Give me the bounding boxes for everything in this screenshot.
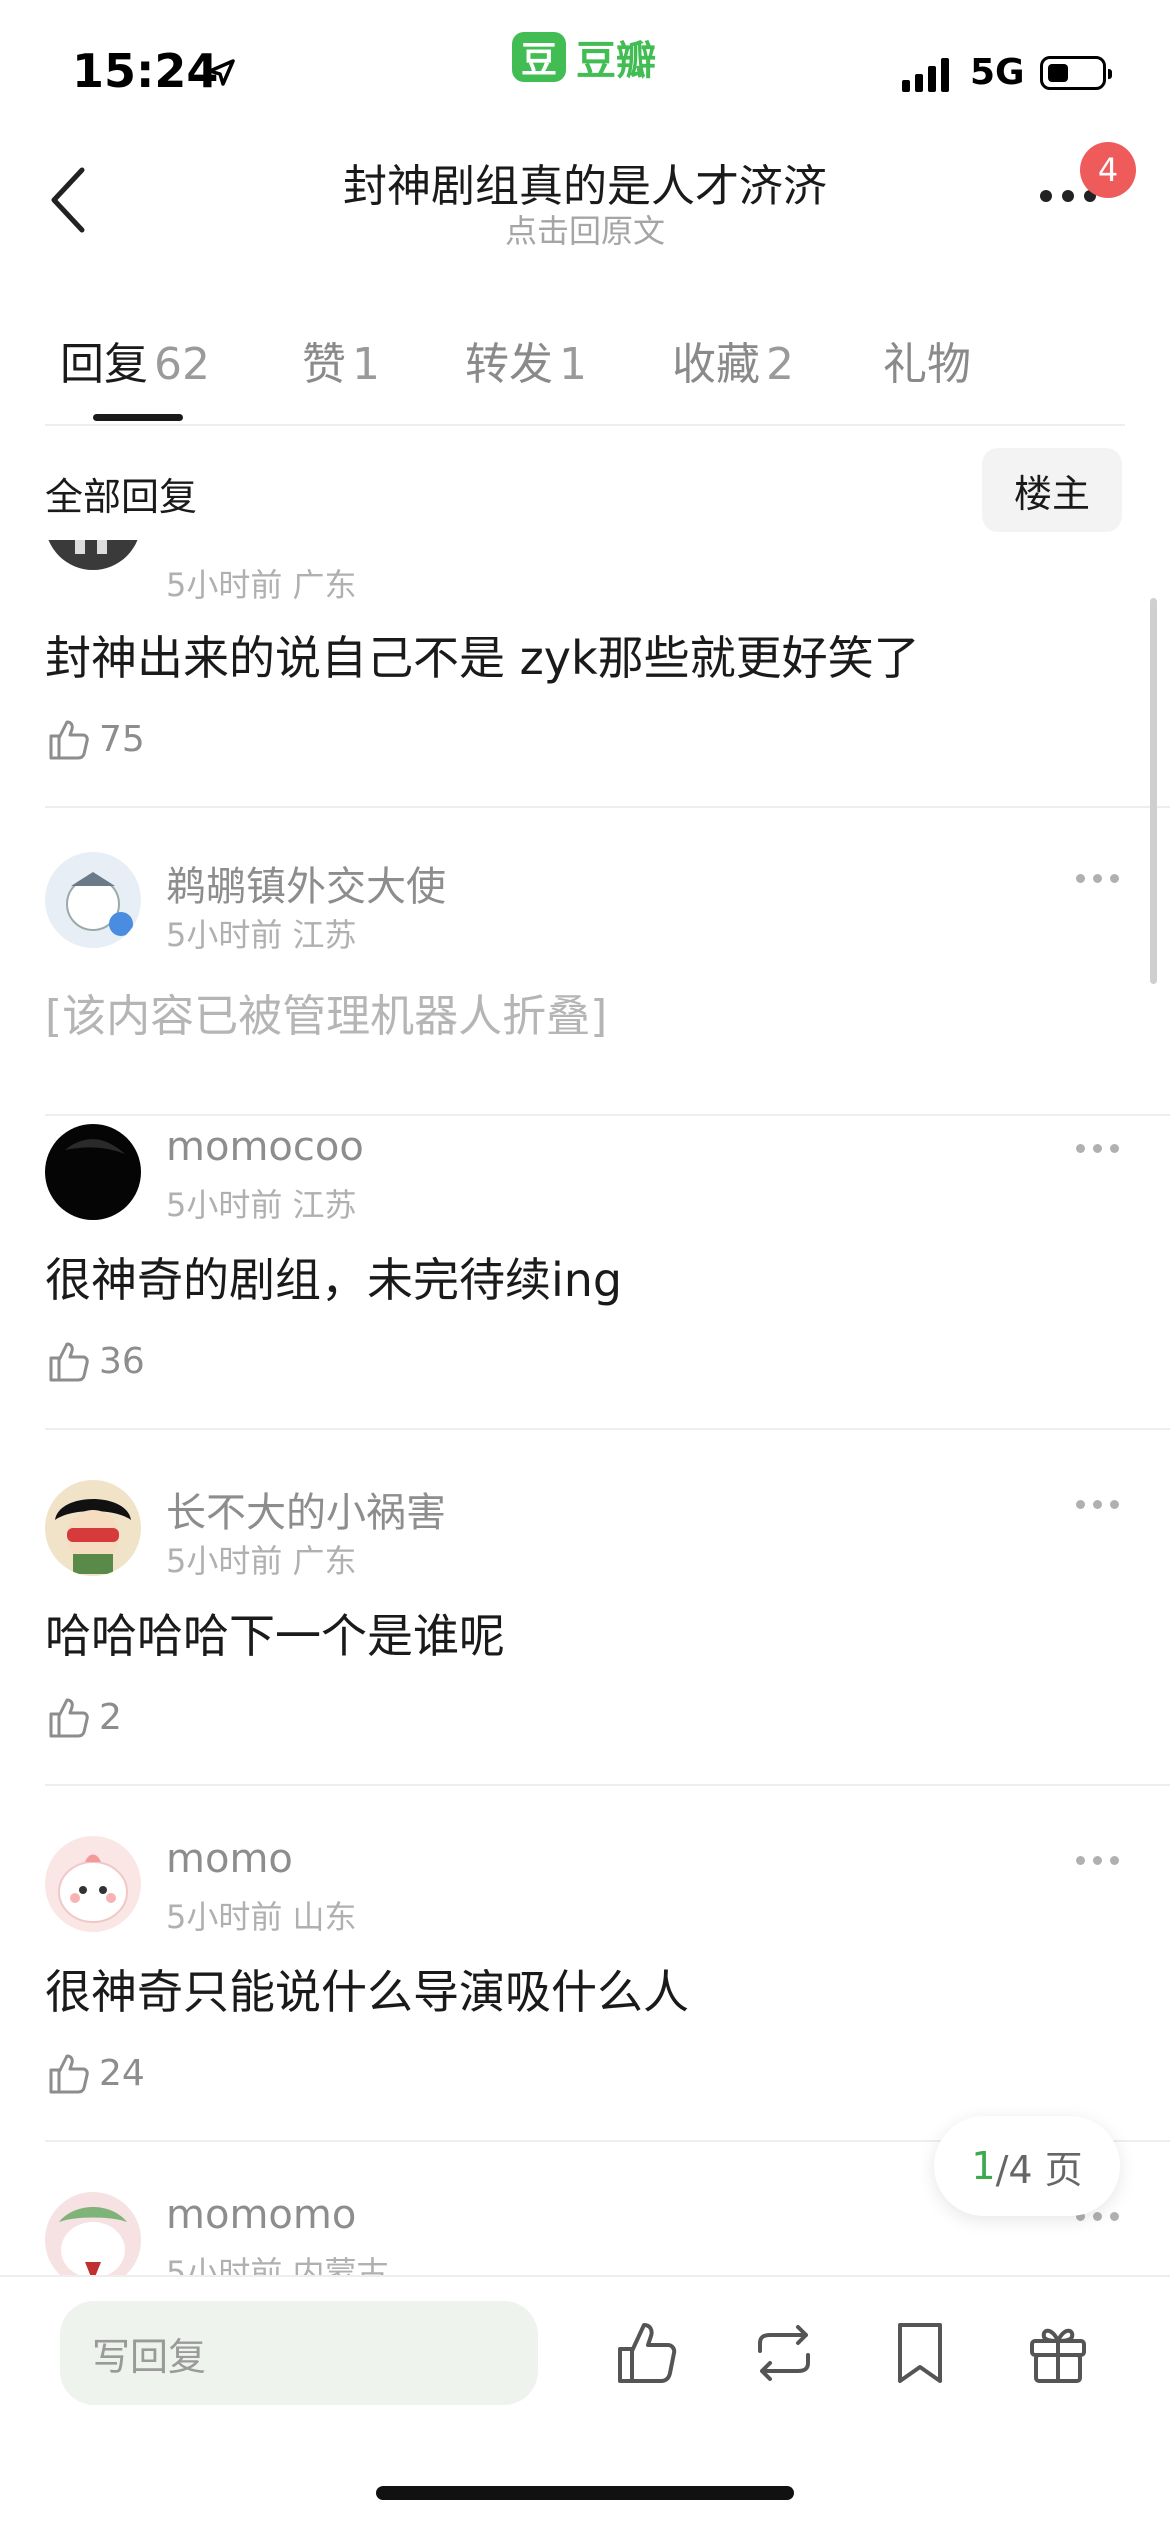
avatar[interactable] [45,2192,141,2275]
tab-label: 转发 [465,339,553,390]
tab-reposts[interactable]: 转发 1 [465,328,587,392]
username[interactable]: 长不大的小祸害 [166,1480,446,1538]
gift-icon[interactable] [1022,2317,1094,2389]
page-title: 封神剧组真的是人才济济 [343,161,827,212]
tab-label: 回复 [60,339,148,390]
op-only-button[interactable]: 楼主 [982,448,1122,532]
divider [45,424,1125,426]
tab-replies[interactable]: 回复 62 [60,328,210,392]
comment-text: 封神出来的说自己不是 zyk那些就更好笑了 [45,631,920,685]
like-count: 36 [99,1340,145,1382]
avatar[interactable] [45,852,141,948]
divider [45,806,1170,808]
tab-likes[interactable]: 赞1 [302,328,380,392]
tab-count: 1 [559,339,587,390]
divider [45,1784,1170,1786]
tab-count: 1 [352,339,380,390]
bookmark-icon[interactable] [884,2317,956,2389]
section-title: 全部回复 [45,475,198,519]
username[interactable]: momo [166,1836,293,1882]
battery-icon [1040,56,1112,90]
like-count: 24 [99,2052,145,2094]
back-arrow-icon[interactable] [40,160,100,240]
comment-meta: 5小时前 江苏 [166,1186,357,1224]
comment-more-icon[interactable] [1076,874,1119,883]
pagination-pill[interactable]: 1/4 页 [934,2116,1120,2216]
avatar[interactable] [45,1480,141,1576]
divider [45,1428,1170,1430]
tab-count: 62 [154,339,210,390]
tab-gifts[interactable]: 礼物 [883,328,971,392]
like-button[interactable]: 2 [45,1694,122,1740]
tab-collections[interactable]: 收藏 2 [672,328,794,392]
status-time: 15:24 [72,44,219,98]
tab-label: 礼物 [883,339,971,390]
thumbs-up-icon [49,720,89,760]
like-count: 75 [99,718,145,760]
current-page: 1 [971,2144,996,2188]
comment-meta: 5小时前 广东 [166,1542,357,1580]
comment-more-icon[interactable] [1076,1500,1119,1509]
tab-count: 2 [766,339,794,390]
comment-more-icon[interactable] [1076,1856,1119,1865]
like-icon[interactable] [610,2317,682,2389]
back-to-original-link[interactable]: 点击回原文 [235,206,935,252]
comment-more-icon[interactable] [1076,1144,1119,1153]
comment-meta: 5小时前 广东 [166,566,357,604]
status-bar: 15:24 豆 豆瓣 5G [0,0,1170,130]
comment-text: 很神奇的剧组，未完待续ing [45,1253,623,1307]
username[interactable]: momomo [166,2192,356,2238]
thumbs-up-icon [49,2054,89,2094]
divider [45,1114,1170,1116]
thumbs-up-icon [49,1698,89,1738]
scrollbar[interactable] [1150,598,1157,984]
username[interactable]: momocoo [166,1124,364,1170]
page-total: /4 页 [995,2147,1083,2192]
avatar[interactable] [45,540,141,570]
location-arrow-icon [208,59,235,86]
network-type: 5G [970,52,1025,93]
app-name: 豆瓣 [576,38,656,84]
avatar[interactable] [45,1836,141,1932]
more-menu-icon[interactable] [1040,190,1096,202]
signal-icon [902,58,949,92]
tab-label: 收藏 [672,339,760,390]
like-button[interactable]: 24 [45,2050,145,2096]
active-tab-indicator [93,414,183,421]
comment-meta: 5小时前 内蒙古 [166,2254,389,2275]
comment-list: 5小时前 广东 封神出来的说自己不是 zyk那些就更好笑了 75 鹈鹕镇外交大使… [0,540,1170,2275]
comment-meta: 5小时前 江苏 [166,916,357,954]
like-button[interactable]: 75 [45,716,145,762]
reply-input[interactable]: 写回复 [60,2301,538,2405]
thumbs-up-icon [49,1342,89,1382]
notification-badge: 4 [1080,142,1136,198]
avatar[interactable] [45,1124,141,1220]
tab-bar: 回复 62 赞1 转发 1 收藏 2 礼物 [0,320,1170,421]
home-indicator[interactable] [376,2486,794,2500]
username[interactable]: 鹈鹕镇外交大使 [166,854,446,912]
douban-logo-icon: 豆 [512,32,566,82]
repost-icon[interactable] [748,2317,820,2389]
comment-meta: 5小时前 山东 [166,1898,357,1936]
tab-label: 赞 [302,339,346,390]
folded-content-text: [该内容已被管理机器人折叠] [45,991,608,1042]
like-count: 2 [99,1696,122,1738]
like-button[interactable]: 36 [45,1338,145,1384]
app-badge: 豆 豆瓣 [512,28,656,86]
comment-text: 哈哈哈哈下一个是谁呢 [45,1609,505,1663]
comment-text: 很神奇只能说什么导演吸什么人 [45,1965,689,2019]
